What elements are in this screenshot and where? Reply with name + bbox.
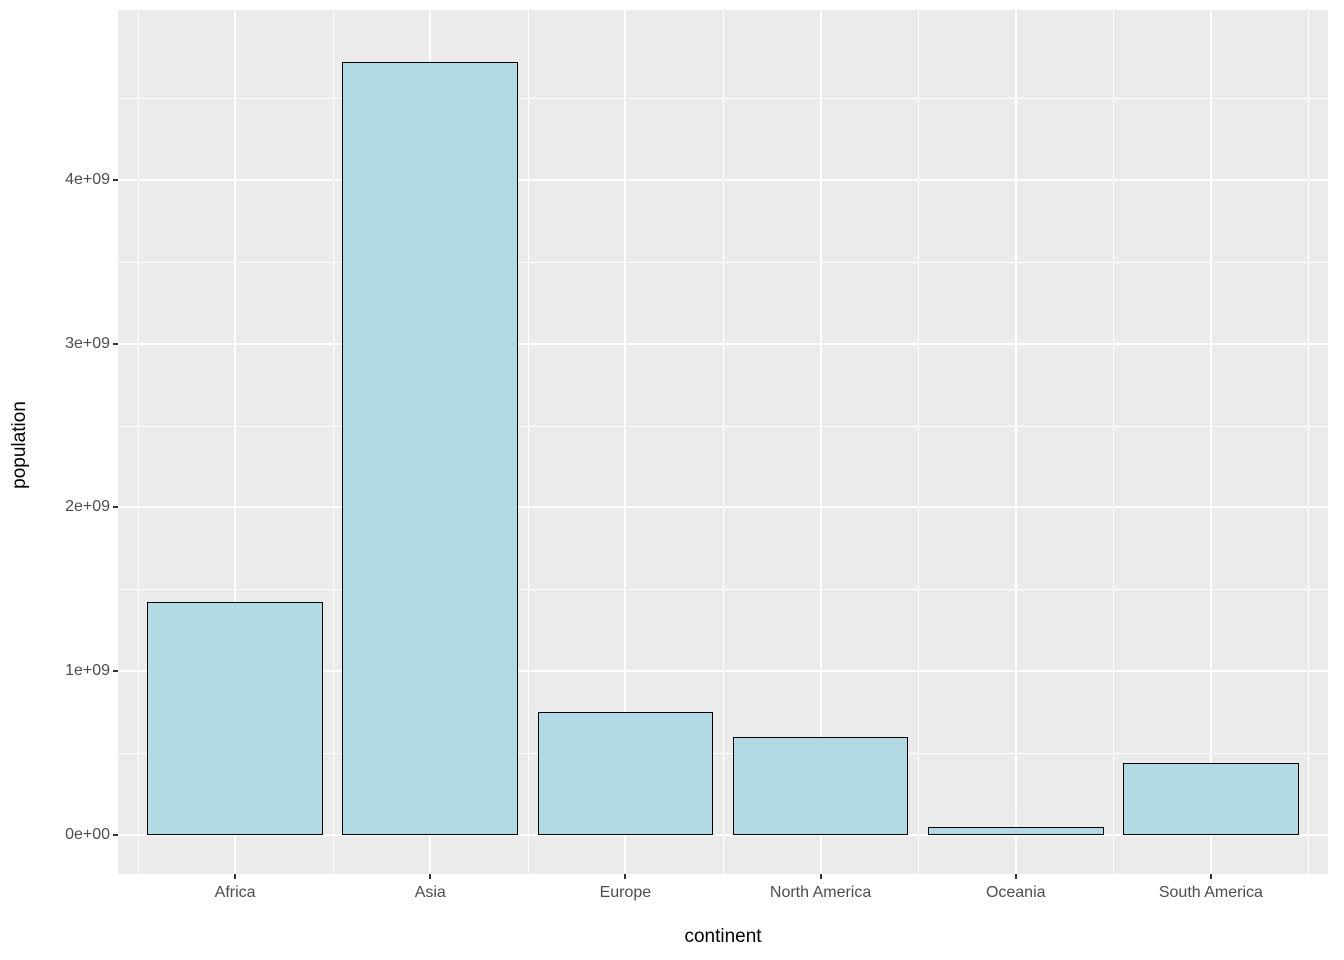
x-axis-title: continent (118, 926, 1328, 948)
y-tick-mark (113, 179, 118, 181)
chart-container: population continent 0e+00 1e+09 2e+09 3e+0… (0, 0, 1344, 960)
x-tick-mark (1210, 874, 1212, 879)
y-tick-mark (113, 343, 118, 345)
x-tick-label: Africa (215, 884, 256, 902)
gridline-v-minor (723, 10, 724, 874)
x-tick-mark (1015, 874, 1017, 879)
y-tick-label: 1e+09 (30, 663, 110, 679)
x-tick-mark (234, 874, 236, 879)
gridline-v-minor (138, 10, 139, 874)
bar (147, 602, 323, 834)
y-tick-label: 2e+09 (30, 499, 110, 515)
gridline-v-minor (333, 10, 334, 874)
y-axis-title: population (8, 0, 32, 890)
bar (1123, 763, 1299, 835)
bar (538, 712, 714, 835)
y-tick-mark (113, 670, 118, 672)
y-tick-label: 3e+09 (30, 336, 110, 352)
gridline-v-minor (1113, 10, 1114, 874)
x-tick-mark (624, 874, 626, 879)
bar (733, 737, 909, 835)
x-tick-mark (820, 874, 822, 879)
y-tick-label: 0e+00 (30, 827, 110, 843)
gridline-v-major (1210, 10, 1212, 874)
y-tick-mark (113, 834, 118, 836)
x-tick-mark (429, 874, 431, 879)
gridline-v-minor (1308, 10, 1309, 874)
plot-panel (118, 10, 1328, 874)
x-tick-label: South America (1159, 884, 1263, 902)
x-tick-label: Europe (600, 884, 652, 902)
x-axis-title-text: continent (684, 926, 761, 947)
x-tick-label: North America (770, 884, 871, 902)
bar (928, 827, 1104, 835)
x-tick-label: Asia (415, 884, 446, 902)
y-tick-mark (113, 506, 118, 508)
gridline-v-minor (528, 10, 529, 874)
gridline-v-minor (918, 10, 919, 874)
bar (342, 62, 518, 834)
x-tick-label: Oceania (986, 884, 1046, 902)
gridline-v-major (1015, 10, 1017, 874)
y-tick-label: 4e+09 (30, 172, 110, 188)
y-axis-title-text: population (9, 401, 31, 489)
